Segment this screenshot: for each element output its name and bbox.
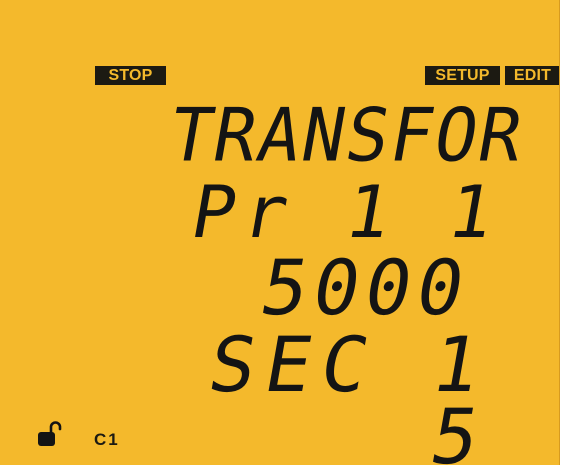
unlocked-padlock-icon	[38, 421, 62, 446]
display-line-3: 5000	[254, 243, 478, 332]
stop-indicator: STOP	[95, 66, 166, 85]
channel-indicator: C1	[94, 430, 120, 449]
display-line-2: Pr 1 1	[185, 170, 509, 254]
display-line-1: TRANSFOR	[162, 92, 532, 179]
edit-indicator: EDIT	[505, 66, 559, 85]
setup-indicator: SETUP	[425, 66, 500, 85]
lcd-display: STOP SETUP EDIT TRANSFOR Pr 1 1 5000 SEC…	[0, 0, 560, 465]
